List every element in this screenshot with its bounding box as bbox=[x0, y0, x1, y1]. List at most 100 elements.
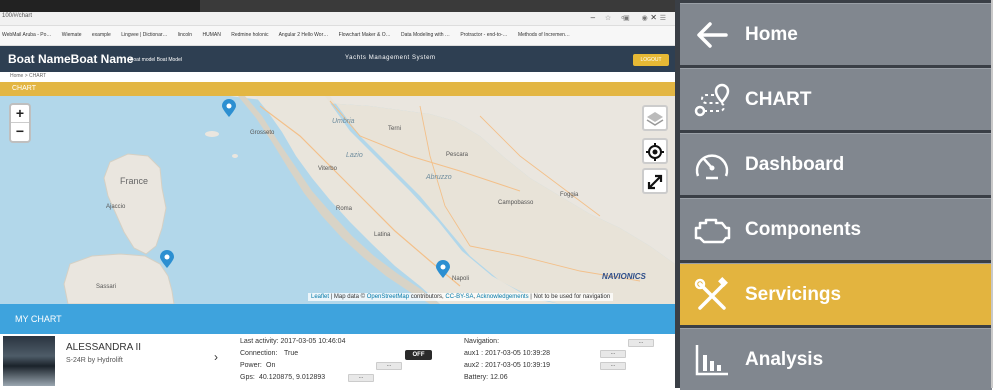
bookmarks-bar: WebMail Aruba - Po… Wiemate example Ling… bbox=[0, 26, 675, 46]
route-pin-icon bbox=[694, 83, 730, 117]
map-label-france: France bbox=[120, 176, 149, 186]
side-menu: Home CHART Dashboard Components Servicin… bbox=[675, 0, 993, 390]
expand-icon bbox=[647, 174, 663, 190]
menu-item-servicings[interactable]: Servicings bbox=[680, 263, 992, 325]
menu-item-components[interactable]: Components bbox=[680, 198, 992, 260]
my-chart-header: MY CHART bbox=[0, 304, 675, 334]
map-label-roma: Roma bbox=[336, 206, 353, 212]
map-label-pescara: Pescara bbox=[446, 152, 469, 158]
power-label: Power: bbox=[240, 362, 262, 369]
gps-label: Gps: bbox=[240, 374, 255, 381]
app-header: Boat NameBoat Name Boat model Boat Model… bbox=[0, 46, 675, 72]
address-text[interactable]: 100/#/chart bbox=[2, 13, 32, 19]
menu-item-label: Dashboard bbox=[745, 154, 845, 175]
map-attribution: Leaflet | Map data © OpenStreetMap contr… bbox=[308, 293, 614, 301]
bookmark[interactable]: Methods of Incremen… bbox=[518, 32, 570, 38]
details-button[interactable]: ... bbox=[628, 339, 654, 347]
connection-label: Connection: bbox=[240, 350, 278, 357]
map-label-napoli: Napoli bbox=[452, 276, 470, 282]
map-marker-pin[interactable] bbox=[436, 260, 450, 278]
boat-list-item[interactable]: ALESSANDRA II S-24R by Hydrolift › Last … bbox=[0, 334, 675, 388]
bar-chart-icon bbox=[695, 345, 728, 376]
attribution-text: | Not to be used for navigation bbox=[528, 294, 611, 300]
bookmark[interactable]: Data Modeling with … bbox=[401, 32, 450, 38]
navigation-label: Navigation: bbox=[464, 338, 500, 345]
last-activity: Last activity: 2017-03-05 10:46:04 bbox=[240, 338, 346, 345]
leaflet-link[interactable]: Leaflet bbox=[311, 294, 329, 300]
bookmark[interactable]: lincoln bbox=[178, 32, 192, 38]
map-label-latina: Latina bbox=[374, 232, 391, 238]
crosshair-icon bbox=[646, 143, 664, 161]
map-label-umbria: Umbria bbox=[332, 118, 355, 125]
browser-toolbar-icons[interactable]: ☆ ▣ ◉ ☰ bbox=[605, 14, 671, 22]
details-button[interactable]: ... bbox=[348, 374, 374, 382]
menu-item-chart[interactable]: CHART bbox=[680, 68, 992, 130]
breadcrumb[interactable]: Home > CHART bbox=[10, 73, 46, 79]
map-label-campobasso: Campobasso bbox=[498, 200, 534, 206]
bookmark[interactable]: example bbox=[92, 32, 111, 38]
system-title: Yachts Management System bbox=[345, 55, 436, 61]
map-label-foggia: Foggia bbox=[560, 192, 579, 198]
map-label-grosseto: Grosseto bbox=[250, 130, 275, 136]
details-button[interactable]: ... bbox=[376, 362, 402, 370]
browser-address-bar[interactable]: 100/#/chart – ▫ ✕ bbox=[0, 12, 675, 26]
app-screenshot: 100/#/chart – ▫ ✕ WebMail Aruba - Po… Wi… bbox=[0, 0, 675, 388]
boat-model-subtitle: Boat model Boat Model bbox=[130, 57, 182, 63]
details-button[interactable]: ... bbox=[600, 362, 626, 370]
menu-item-label: Servicings bbox=[745, 284, 842, 305]
connection-value: True bbox=[284, 350, 299, 357]
map-land bbox=[63, 96, 675, 304]
bookmark[interactable]: HUMAN bbox=[202, 32, 220, 38]
section-header: CHART bbox=[0, 82, 675, 96]
map-label-lazio: Lazio bbox=[346, 152, 363, 159]
aux1-status: aux1 : 2017-03-05 10:39:28 bbox=[464, 350, 551, 357]
engine-icon bbox=[694, 218, 731, 244]
zoom-out-button[interactable]: − bbox=[11, 123, 29, 141]
map-label-ajaccio: Ajaccio bbox=[106, 204, 126, 210]
power-value: On bbox=[266, 362, 276, 369]
bookmark[interactable]: Angular 2 Hello Wor… bbox=[279, 32, 329, 38]
speedometer-icon bbox=[695, 154, 729, 180]
map-view[interactable]: France Ajaccio Sassari Grosseto Umbria T… bbox=[0, 96, 675, 304]
wrench-screwdriver-icon bbox=[694, 277, 728, 310]
chevron-right-icon[interactable]: › bbox=[214, 350, 218, 364]
map-label-terni: Terni bbox=[388, 126, 402, 132]
menu-item-label: CHART bbox=[745, 89, 812, 110]
layers-button[interactable] bbox=[642, 105, 668, 131]
zoom-control: + − bbox=[9, 103, 31, 143]
attribution-text: contributors, bbox=[409, 294, 446, 300]
section-title: CHART bbox=[12, 85, 36, 92]
menu-item-home[interactable]: Home bbox=[680, 3, 992, 65]
top-bar bbox=[0, 0, 675, 12]
map-label-viterbo: Viterbo bbox=[318, 166, 337, 172]
bookmark[interactable]: WebMail Aruba - Po… bbox=[2, 32, 51, 38]
menu-item-dashboard[interactable]: Dashboard bbox=[680, 133, 992, 195]
map-marker-pin[interactable] bbox=[222, 99, 236, 117]
logout-button[interactable]: LOGOUT bbox=[633, 54, 669, 66]
fullscreen-button[interactable] bbox=[642, 168, 668, 194]
aux2-status: aux2 : 2017-03-05 10:39:19 bbox=[464, 362, 551, 369]
bookmark[interactable]: Flowchart Maker & O… bbox=[339, 32, 391, 38]
boat-item-name: ALESSANDRA II bbox=[66, 342, 142, 353]
my-chart-title: MY CHART bbox=[15, 314, 62, 324]
bookmark[interactable]: Protractor - end-to-… bbox=[460, 32, 507, 38]
power-off-button[interactable]: OFF bbox=[405, 350, 432, 360]
menu-item-label: Home bbox=[745, 24, 798, 45]
boat-item-model: S-24R by Hydrolift bbox=[66, 357, 123, 364]
locate-button[interactable] bbox=[642, 138, 668, 164]
layers-icon bbox=[646, 112, 664, 126]
attribution-text: | Map data © bbox=[329, 294, 367, 300]
details-button[interactable]: ... bbox=[600, 350, 626, 358]
zoom-in-button[interactable]: + bbox=[11, 105, 29, 123]
acknowledgements-link[interactable]: Acknowledgements bbox=[477, 294, 529, 300]
bookmark[interactable]: Wiemate bbox=[62, 32, 82, 38]
arrow-left-icon bbox=[697, 22, 728, 48]
license-link[interactable]: CC-BY-SA bbox=[445, 294, 473, 300]
boat-name-title: Boat NameBoat Name bbox=[8, 52, 134, 66]
map-label-sassari: Sassari bbox=[96, 284, 117, 290]
osm-link[interactable]: OpenStreetMap bbox=[367, 294, 409, 300]
bookmark[interactable]: Redmine holonic bbox=[231, 32, 268, 38]
bookmark[interactable]: Lingvee | Dictionar… bbox=[121, 32, 167, 38]
map-marker-pin[interactable] bbox=[160, 250, 174, 268]
menu-item-analysis[interactable]: Analysis bbox=[680, 328, 992, 390]
